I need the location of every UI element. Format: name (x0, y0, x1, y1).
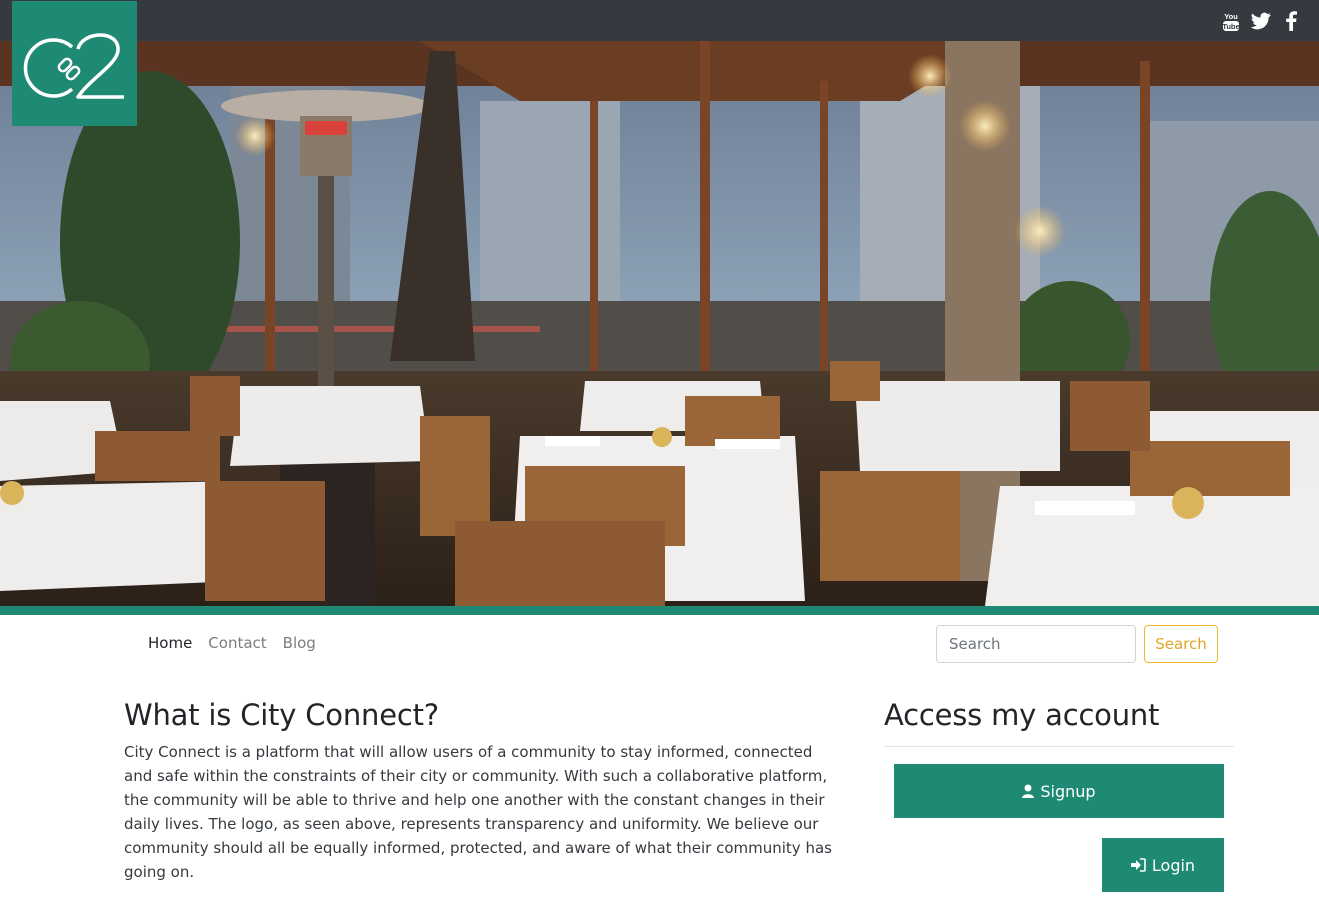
about-title: What is City Connect? (124, 698, 439, 732)
login-button[interactable]: Login (1102, 838, 1224, 892)
user-icon (1022, 784, 1035, 798)
main-nav: Home Contact Blog (148, 634, 316, 652)
svg-text:You: You (1224, 12, 1238, 21)
sign-in-icon (1130, 858, 1146, 872)
signup-label: Signup (1040, 781, 1096, 801)
nav-item-contact[interactable]: Contact (208, 634, 266, 652)
top-bar: You Tube (0, 0, 1319, 41)
nav-item-home[interactable]: Home (148, 634, 192, 652)
site-logo[interactable] (12, 1, 137, 126)
hero-accent-bar (0, 606, 1319, 615)
nav-item-blog[interactable]: Blog (283, 634, 316, 652)
hero-image (0, 41, 1319, 606)
account-divider (884, 746, 1234, 747)
logo-mark-icon (23, 32, 124, 99)
account-title: Access my account (884, 698, 1160, 732)
youtube-icon[interactable]: You Tube (1221, 11, 1241, 31)
search-input[interactable] (936, 625, 1136, 663)
signup-button[interactable]: Signup (894, 764, 1224, 818)
about-description: City Connect is a platform that will all… (124, 743, 832, 881)
login-label: Login (1151, 855, 1196, 875)
social-links: You Tube (1221, 11, 1301, 31)
search-button[interactable]: Search (1144, 625, 1218, 663)
svg-text:Tube: Tube (1222, 22, 1239, 31)
twitter-icon[interactable] (1251, 11, 1271, 31)
facebook-icon[interactable] (1281, 11, 1301, 31)
